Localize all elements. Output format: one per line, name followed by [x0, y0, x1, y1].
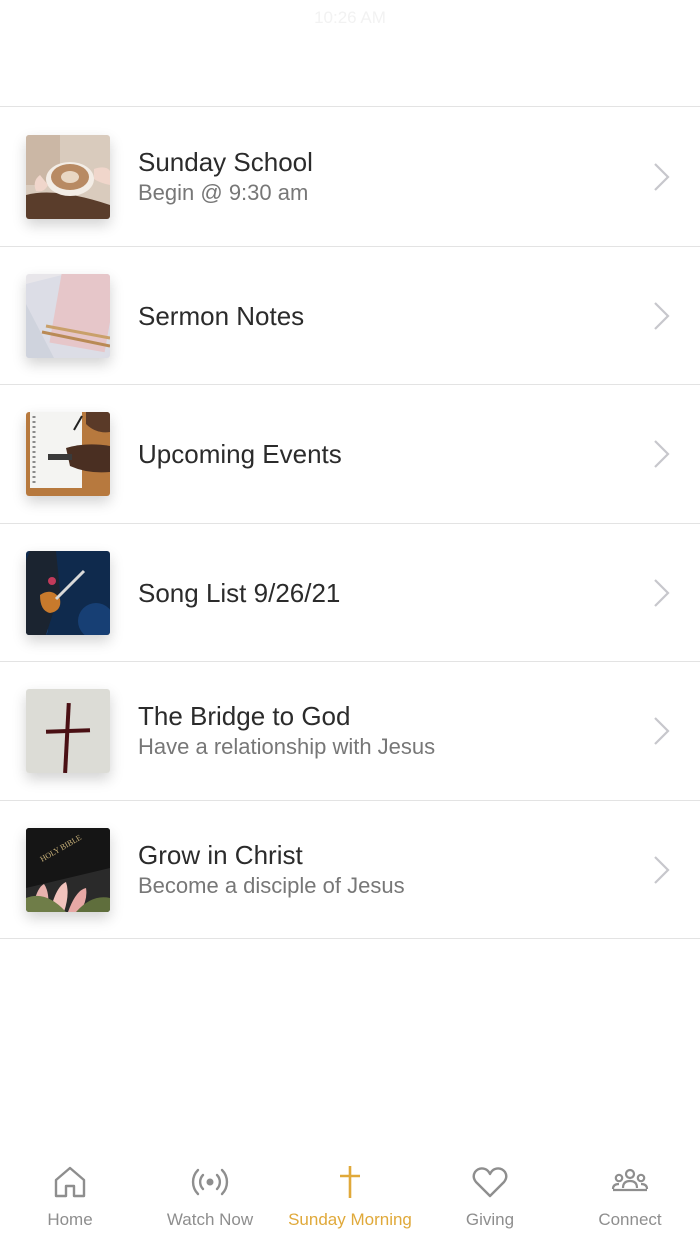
- cross-photo: [26, 689, 110, 773]
- tab-label: Sunday Morning: [288, 1210, 412, 1229]
- chevron-right-icon: [654, 440, 670, 468]
- item-title: Sermon Notes: [138, 300, 305, 331]
- list-item-song-list[interactable]: Song List 9/26/21: [0, 523, 700, 662]
- item-text: Sunday School Begin @ 9:30 am: [138, 108, 313, 246]
- home-icon: [54, 1166, 86, 1198]
- notebook-pencil-photo: [26, 273, 110, 358]
- item-title: Sunday School: [138, 147, 313, 177]
- coffee-cup-photo: [26, 135, 110, 219]
- tab-home[interactable]: Home: [0, 1152, 140, 1244]
- tab-sunday-morning[interactable]: Sunday Morning: [280, 1152, 420, 1244]
- list-item-sunday-school[interactable]: Sunday School Begin @ 9:30 am: [0, 108, 700, 247]
- chevron-right-icon: [654, 855, 670, 884]
- people-icon: [611, 1168, 649, 1192]
- chevron-right-icon: [654, 301, 670, 330]
- guitar-player-photo: [26, 550, 110, 635]
- tab-label: Giving: [465, 1210, 515, 1229]
- list-item-upcoming-events[interactable]: Upcoming Events: [0, 385, 700, 524]
- item-subtitle: Become a disciple of Jesus: [138, 872, 405, 898]
- tab-watch-now[interactable]: Watch Now: [140, 1152, 280, 1244]
- list-item-sermon-notes[interactable]: Sermon Notes: [0, 246, 700, 385]
- list-item-grow-in-christ[interactable]: HOLY BIBLE Grow in Christ Become a disci…: [0, 800, 700, 939]
- item-title: Upcoming Events: [138, 439, 342, 469]
- item-subtitle: Begin @ 9:30 am: [138, 180, 309, 205]
- tab-connect[interactable]: Connect: [560, 1152, 700, 1244]
- tab-giving[interactable]: Giving: [420, 1152, 560, 1244]
- menu-list: Sunday School Begin @ 9:30 am Sermon Not…: [0, 108, 700, 939]
- tab-bar: Home Watch Now Sunday Morning Giving Con…: [0, 1152, 700, 1244]
- broadcast-icon: [191, 1168, 229, 1196]
- holy-bible-photo: HOLY BIBLE: [26, 827, 110, 912]
- tab-label: Home: [47, 1210, 93, 1229]
- item-title: Grow in Christ: [138, 839, 303, 870]
- item-text: Song List 9/26/21: [138, 524, 340, 662]
- tab-label: Connect: [598, 1210, 662, 1229]
- tab-label: Watch Now: [166, 1210, 254, 1229]
- item-text: Grow in Christ Become a disciple of Jesu…: [138, 801, 405, 939]
- item-title: Song List 9/26/21: [138, 577, 341, 608]
- heart-icon: [472, 1167, 508, 1198]
- cross-icon: [340, 1166, 360, 1198]
- item-text: Upcoming Events: [138, 385, 342, 523]
- item-title: The Bridge to God: [138, 701, 351, 731]
- chevron-right-icon: [654, 163, 670, 191]
- item-text: The Bridge to God Have a relationship wi…: [138, 662, 435, 800]
- chevron-right-icon: [654, 717, 670, 745]
- item-text: Sermon Notes: [138, 247, 304, 385]
- list-item-bridge-to-god[interactable]: The Bridge to God Have a relationship wi…: [0, 662, 700, 801]
- status-bar: 10:26 AM: [0, 0, 700, 107]
- writing-notebook-photo: [26, 412, 110, 496]
- item-subtitle: Have a relationship with Jesus: [138, 734, 436, 759]
- chevron-right-icon: [654, 578, 670, 607]
- status-time: 10:26 AM: [314, 8, 386, 27]
